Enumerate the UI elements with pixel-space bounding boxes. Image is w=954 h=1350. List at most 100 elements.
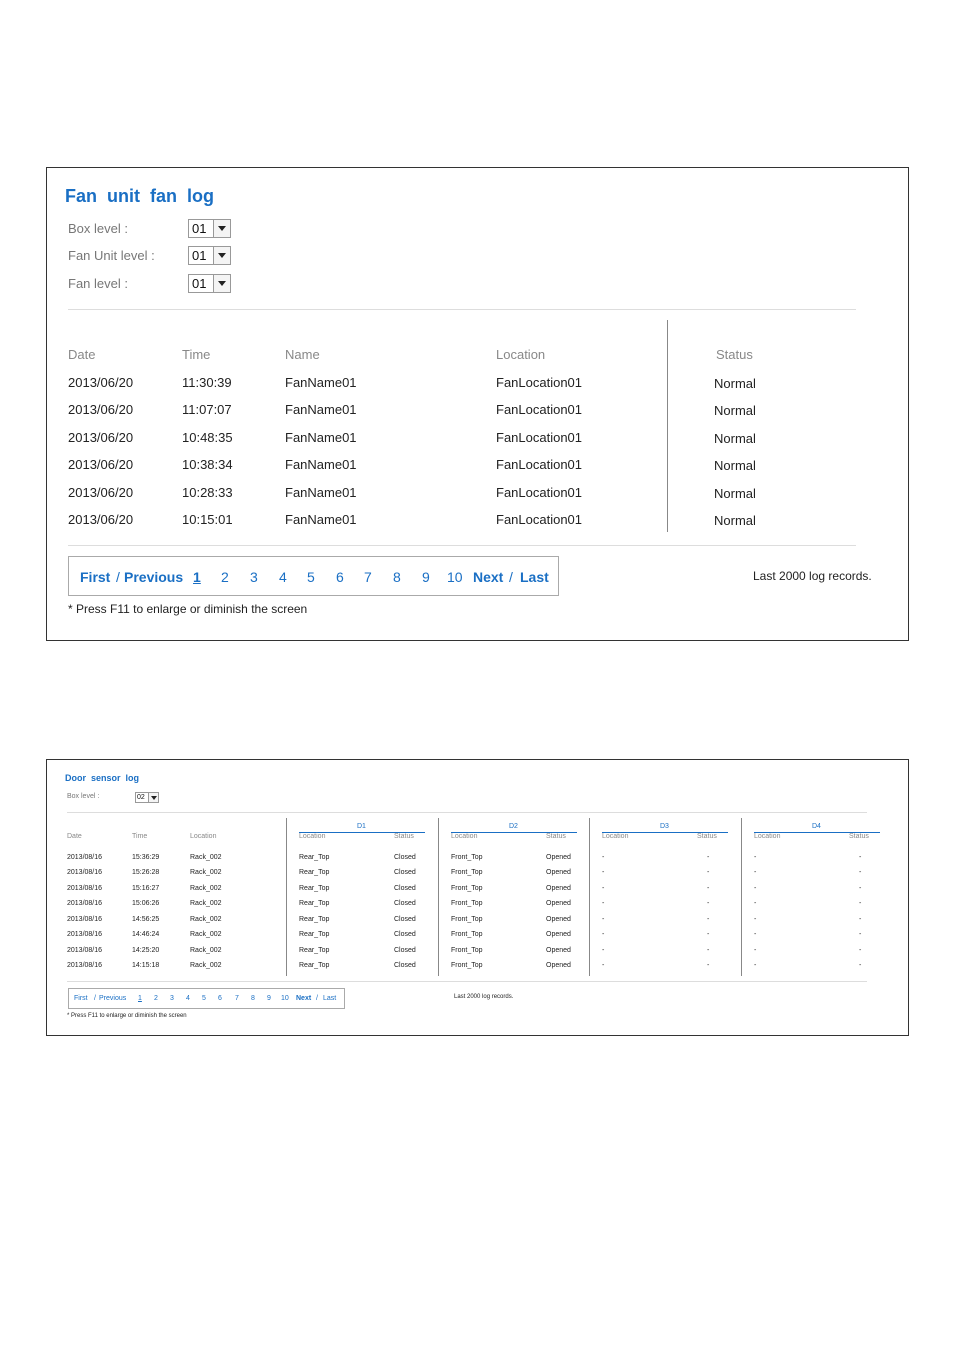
page-link-current[interactable]: 1 — [193, 569, 201, 585]
cell-d1-location: Rear_Top — [299, 931, 330, 938]
group-header-d2: D2 — [509, 823, 518, 830]
d1-status-header: Status — [394, 833, 414, 840]
fan-unit-level-select[interactable]: 01 — [188, 246, 231, 265]
page-link[interactable]: 2 — [154, 995, 158, 1002]
previous-page-link[interactable]: Previous — [99, 995, 126, 1002]
page-link[interactable]: 8 — [393, 569, 401, 585]
cell-date: 2013/08/16 — [67, 916, 103, 923]
cell-d2-status: Opened — [546, 854, 571, 861]
d2-status-header: Status — [546, 833, 566, 840]
cell-date: 2013/06/20 — [68, 512, 134, 527]
cell-d2-location: Front_Top — [451, 885, 483, 892]
cell-d4-status: - — [859, 916, 862, 923]
page-link-current[interactable]: 1 — [138, 995, 142, 1002]
cell-date: 2013/08/16 — [67, 931, 103, 938]
cell-time: 14:25:20 — [132, 947, 160, 954]
page-link[interactable]: 3 — [170, 995, 174, 1002]
page-link[interactable]: 5 — [202, 995, 206, 1002]
cell-d1-status: Closed — [394, 931, 416, 938]
cell-d2-status: Opened — [546, 947, 571, 954]
fan-unit-level-value: 01 — [192, 248, 207, 263]
page-link[interactable]: 6 — [336, 569, 344, 585]
hint-text: * Press F11 to enlarge or diminish the s… — [68, 602, 308, 616]
cell-date: 2013/08/16 — [67, 900, 103, 907]
cell-time: 11:07:07 — [182, 402, 232, 417]
door-log-title: Door sensor log — [65, 773, 140, 783]
first-page-link[interactable]: First — [80, 569, 110, 585]
cell-d4-location: - — [754, 854, 757, 861]
last-page-link[interactable]: Last — [520, 569, 549, 585]
fan-level-select[interactable]: 01 — [188, 274, 231, 293]
page-link[interactable]: 6 — [218, 995, 222, 1002]
pager-separator: / — [509, 569, 513, 585]
cell-d3-status: - — [707, 854, 710, 861]
box-level-select[interactable]: 02 — [135, 792, 159, 803]
cell-d1-status: Closed — [394, 962, 416, 969]
cell-d1-location: Rear_Top — [299, 916, 330, 923]
cell-d3-status: - — [707, 931, 710, 938]
cell-time: 10:28:33 — [182, 485, 233, 500]
fan-unit-level-label: Fan Unit level : — [68, 248, 155, 263]
cell-d2-status: Opened — [546, 916, 571, 923]
page-link[interactable]: 7 — [364, 569, 372, 585]
cell-d4-status: - — [859, 931, 862, 938]
cell-d1-status: Closed — [394, 916, 416, 923]
cell-d2-status: Opened — [546, 869, 571, 876]
records-note: Last 2000 log records. — [753, 569, 872, 583]
page-link[interactable]: 10 — [447, 569, 463, 585]
cell-d4-location: - — [754, 916, 757, 923]
column-divider — [667, 320, 668, 532]
chevron-down-icon[interactable] — [148, 793, 158, 802]
previous-page-link[interactable]: Previous — [124, 569, 183, 585]
cell-date: 2013/08/16 — [67, 947, 103, 954]
cell-date: 2013/06/20 — [68, 402, 134, 417]
chevron-down-icon[interactable] — [213, 220, 230, 237]
cell-d1-location: Rear_Top — [299, 900, 330, 907]
page-link[interactable]: 10 — [281, 995, 289, 1002]
next-page-link[interactable]: Next — [296, 995, 311, 1002]
box-level-value: 01 — [192, 221, 207, 236]
door-log-panel: Door sensor log Box level : 02 D1 D2 D3 … — [46, 759, 909, 1036]
fan-log-panel: Fan unit fan log Box level : 01 Fan Unit… — [46, 167, 909, 641]
cell-location: FanLocation01 — [496, 430, 583, 445]
cell-location: FanLocation01 — [496, 402, 583, 417]
page-link[interactable]: 8 — [251, 995, 255, 1002]
page-link[interactable]: 7 — [235, 995, 239, 1002]
cell-d1-location: Rear_Top — [299, 947, 330, 954]
cell-d4-location: - — [754, 869, 757, 876]
page-link[interactable]: 9 — [422, 569, 430, 585]
fan-level-label: Fan level : — [68, 276, 128, 291]
column-divider — [438, 818, 439, 976]
cell-d2-location: Front_Top — [451, 869, 483, 876]
d4-status-header: Status — [849, 833, 869, 840]
box-level-select[interactable]: 01 — [188, 219, 231, 238]
cell-d3-status: - — [707, 869, 710, 876]
divider — [68, 545, 856, 546]
chevron-down-icon[interactable] — [213, 247, 230, 264]
cell-date: 2013/08/16 — [67, 869, 103, 876]
page-link[interactable]: 3 — [250, 569, 258, 585]
box-level-value: 02 — [137, 794, 145, 801]
last-page-link[interactable]: Last — [323, 995, 336, 1002]
cell-d2-status: Opened — [546, 885, 571, 892]
cell-name: FanName01 — [285, 430, 357, 445]
page-link[interactable]: 4 — [186, 995, 190, 1002]
chevron-down-icon[interactable] — [213, 275, 230, 292]
next-page-link[interactable]: Next — [473, 569, 503, 585]
cell-time: 11:30:39 — [182, 375, 232, 390]
page-link[interactable]: 5 — [307, 569, 315, 585]
cell-d3-location: - — [602, 916, 605, 923]
page-link[interactable]: 9 — [267, 995, 271, 1002]
cell-d3-location: - — [602, 931, 605, 938]
cell-location: Rack_002 — [190, 931, 222, 938]
cell-date: 2013/06/20 — [68, 457, 134, 472]
cell-time: 15:16:27 — [132, 885, 160, 892]
cell-d4-status: - — [859, 947, 862, 954]
cell-d4-status: - — [859, 900, 862, 907]
first-page-link[interactable]: First — [74, 995, 88, 1002]
column-divider — [589, 818, 590, 976]
pager-separator: / — [316, 995, 318, 1002]
cell-d1-location: Rear_Top — [299, 869, 330, 876]
page-link[interactable]: 4 — [279, 569, 287, 585]
page-link[interactable]: 2 — [221, 569, 229, 585]
